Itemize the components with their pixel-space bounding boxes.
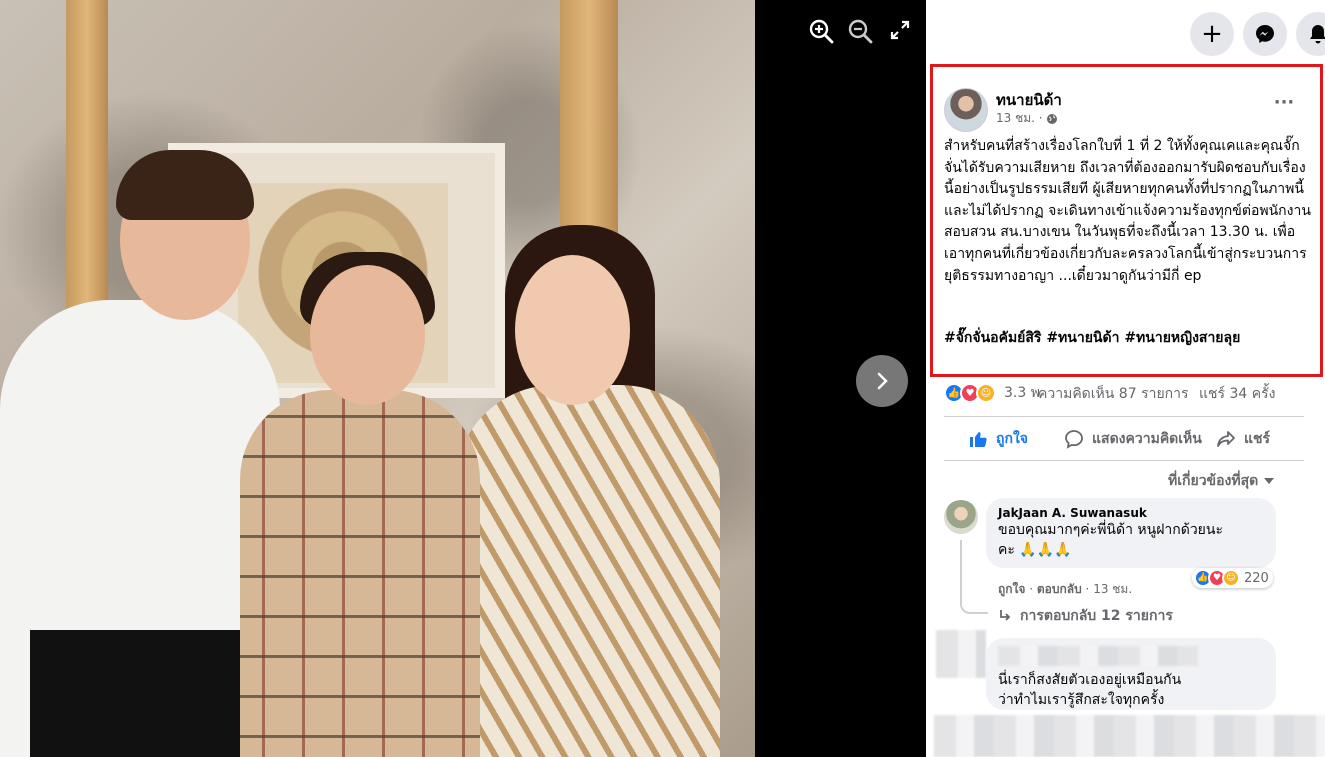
share-count[interactable]: แชร์ 34 ครั้ง: [1199, 386, 1275, 402]
comment-reaction-count: 220: [1244, 570, 1269, 586]
globe-icon: [1046, 113, 1057, 124]
create-button[interactable]: +: [1190, 12, 1234, 56]
comment-bubble: นี่เราก็สงสัยตัวเองอยู่เหมือนกัน ว่าทำไม…: [986, 638, 1276, 710]
like-button-label: ถูกใจ: [996, 431, 1028, 447]
share-button[interactable]: แชร์: [1216, 428, 1270, 450]
comment-reactions[interactable]: 👍 ♥ ☺ 220: [1192, 568, 1273, 588]
commenter-name[interactable]: JakJaan A. Suwanasuk: [998, 506, 1264, 520]
comment-text-line1: นี่เราก็สงสัยตัวเองอยู่เหมือนกัน: [998, 672, 1182, 688]
wood-beam-right: [560, 0, 618, 240]
man-pants: [30, 630, 240, 757]
bell-icon: [1310, 25, 1325, 44]
care-reaction-icon: ☺: [976, 383, 996, 403]
comment-actions: ถูกใจ · ตอบกลับ · 13 ชม.: [998, 582, 1133, 596]
blurred-avatar: [936, 630, 986, 678]
chevron-right-icon: [877, 372, 888, 390]
comment-sort-dropdown[interactable]: ที่เกี่ยวข้องที่สุด: [1168, 470, 1275, 492]
replies-count-label: การตอบกลับ 12 รายการ: [1020, 608, 1173, 624]
caret-down-icon: [1264, 478, 1275, 484]
comment-icon: [1065, 430, 1083, 449]
reply-arrow-icon: [1000, 610, 1011, 621]
post-time[interactable]: 13 ชม. ·: [996, 109, 1043, 128]
woman-right-face: [515, 255, 630, 405]
fullscreen-icon[interactable]: [885, 18, 915, 48]
reaction-summary[interactable]: 👍 ♥ ☺ 3.3 พ: [944, 382, 1040, 404]
view-replies-link[interactable]: การตอบกลับ 12 รายการ: [998, 605, 1173, 627]
commenter-avatar[interactable]: [944, 500, 978, 534]
blurred-commenter-name: [998, 646, 1198, 666]
post-options-button[interactable]: ···: [1270, 92, 1298, 120]
zoom-out-icon[interactable]: [845, 18, 875, 48]
share-button-label: แชร์: [1244, 431, 1271, 447]
post-stats: ความคิดเห็น 87 รายการ แชร์ 34 ครั้ง: [1038, 383, 1275, 405]
plus-icon: +: [1201, 19, 1223, 49]
photo-viewer: [0, 0, 926, 757]
comment-button[interactable]: แสดงความคิดเห็น: [1064, 428, 1202, 450]
messenger-icon: [1256, 25, 1274, 43]
comment-count[interactable]: ความคิดเห็น 87 รายการ: [1038, 386, 1189, 402]
woman-center-face: [310, 265, 425, 405]
like-button[interactable]: ถูกใจ: [968, 428, 1028, 450]
zoom-in-icon[interactable]: [806, 18, 836, 48]
wood-beam-left: [66, 0, 108, 330]
comment-like-link[interactable]: ถูกใจ: [998, 582, 1025, 596]
post-body-text: สำหรับคนที่สร้างเรื่องโลกใบที่ 1 ที่ 2 ใ…: [944, 138, 1311, 284]
notifications-button[interactable]: [1296, 12, 1325, 56]
comment-reply-link[interactable]: ตอบกลับ: [1037, 582, 1082, 596]
post-hashtags[interactable]: #จั๊กจั่นอคัมย์สิริ #ทนายนิด้า #ทนายหญิง…: [944, 327, 1240, 349]
comment-bubble: JakJaan A. Suwanasuk ขอบคุณมากๆค่ะพี่นิด…: [986, 498, 1276, 568]
stats-divider: [944, 416, 1304, 417]
messenger-button[interactable]: [1243, 12, 1287, 56]
post-meta: 13 ชม. ·: [996, 109, 1058, 128]
author-avatar[interactable]: [944, 88, 988, 132]
blurred-comment-input: [934, 715, 1325, 757]
comment-text-line1: ขอบคุณมากๆค่ะพี่นิด้า หนูฝากด้วยนะ: [998, 522, 1223, 538]
reply-thread-line: [960, 540, 988, 614]
reaction-count: 3.3 พ: [1004, 385, 1040, 401]
post-side-panel: + ทนายนิด้า 13 ชม. · ··· สำหรับคนที่สร้า…: [926, 0, 1325, 757]
next-photo-button[interactable]: [856, 355, 908, 407]
thumbs-up-icon: [970, 432, 987, 447]
actions-divider: [944, 460, 1304, 461]
comment-button-label: แสดงความคิดเห็น: [1092, 431, 1202, 447]
comment-time[interactable]: 13 ชม.: [1093, 582, 1132, 596]
sort-label: ที่เกี่ยวข้องที่สุด: [1168, 473, 1259, 489]
comment-text-line2: ว่าทำไมเรารู้สึกสะใจทุกครั้ง: [998, 692, 1165, 708]
woman-right-blouse: [455, 385, 720, 757]
woman-center-plaid-shirt: [240, 390, 480, 757]
comment-text-line2: คะ 🙏🙏🙏: [998, 542, 1072, 558]
share-icon: [1217, 431, 1235, 447]
post-photo[interactable]: [0, 0, 755, 757]
care-reaction-icon: ☺: [1222, 569, 1240, 587]
